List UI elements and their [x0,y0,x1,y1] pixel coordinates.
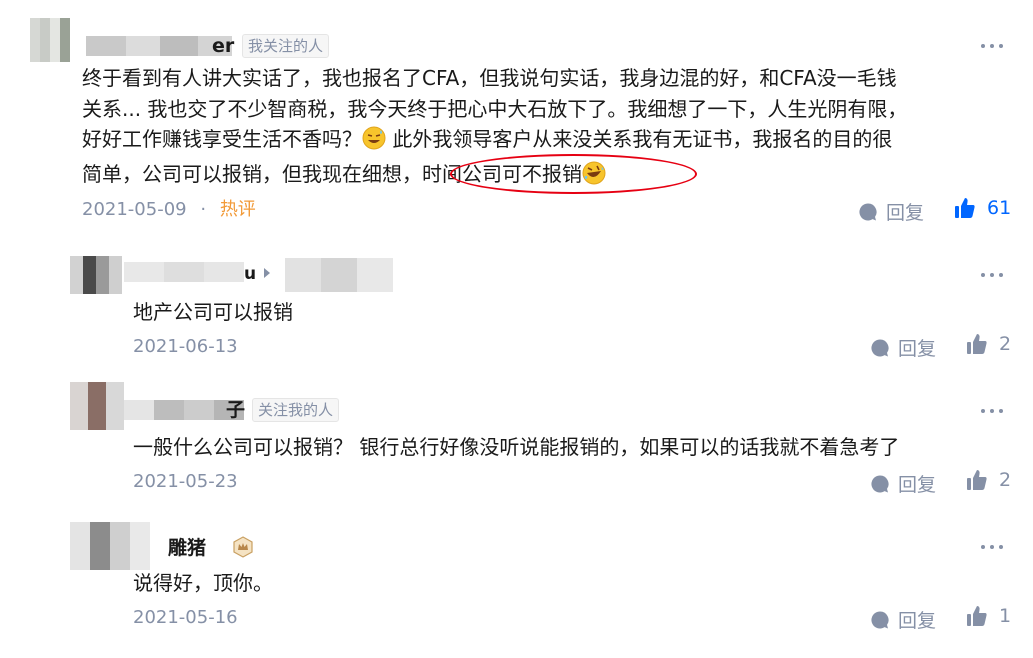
reply-target-blurred[interactable] [285,258,393,292]
author-name-blurred[interactable] [86,36,232,56]
like-button[interactable]: 61 [955,197,1011,219]
author-name[interactable]: er [212,34,234,58]
more-options-icon[interactable] [981,408,1003,414]
highlighted-text: 时间公司可不报销 [422,161,582,186]
thumbs-up-icon [967,470,987,490]
comment-text: 地产公司可以报销 [133,300,293,324]
thumbs-up-icon [967,606,987,626]
avatar[interactable] [70,382,124,430]
crown-badge-icon [232,536,254,562]
avatar[interactable] [30,18,70,62]
comment-text: 一般什么公司可以报销？ 银行总行好像没听说能报销的，如果可以的话我就不着急考了 [133,435,900,459]
avatar[interactable] [70,256,122,294]
reply-icon [871,338,889,356]
reply-button[interactable]: 回复 [870,470,936,497]
author-name[interactable]: 子 [226,398,245,422]
comment-date: 2021-05-09 [82,199,187,220]
author-name[interactable]: u [244,262,256,286]
like-button[interactable]: 1 [967,605,1011,627]
author-name-blurred[interactable] [124,262,244,282]
reply-arrow-icon [264,268,270,278]
reply-icon [871,610,889,628]
comment-date: 2021-05-16 [133,607,238,628]
reply-button[interactable]: 回复 [870,606,936,633]
author-name[interactable]: 雕猪 [168,536,206,560]
thumbs-up-icon [955,198,975,218]
comment-line: 终于看到有人讲大实话了，我也报名了CFA，但我说句实话，我身边混的好，和CFA没… [82,66,897,90]
reply-button[interactable]: 回复 [870,334,936,361]
reply-icon [871,474,889,492]
rofl-emoji-icon [582,161,606,194]
comment-line: 简单，公司可以报销，但我现在细想，时间公司可不报销 [82,159,1012,194]
reply-icon [859,202,877,220]
more-options-icon[interactable] [981,43,1003,49]
hot-badge: 热评 [219,199,256,220]
comment-text: 说得好，顶你。 [133,571,273,595]
follow-tag: 关注我的人 [252,398,340,422]
follow-tag: 我关注的人 [242,34,330,58]
comment-line: 关系... 我也交了不少智商税，我今天终于把心中大石放下了。我细想了一下，人生光… [82,96,908,121]
more-options-icon[interactable] [981,544,1003,550]
thumbs-up-icon [967,334,987,354]
reply-button[interactable]: 回复 [858,198,924,225]
comment-date: 2021-06-13 [133,336,238,357]
like-button[interactable]: 2 [967,333,1011,355]
avatar[interactable] [70,522,150,570]
more-options-icon[interactable] [981,272,1003,278]
comment-text: 终于看到有人讲大实话了，我也报名了CFA，但我说句实话，我身边混的好，和CFA没… [82,63,1012,193]
sweat-laugh-emoji-icon [362,126,386,159]
like-button[interactable]: 2 [967,469,1011,491]
comment-date: 2021-05-23 [133,471,238,492]
comment-line: 好好工作赚钱享受生活不香吗？ 此外我领导客户从来没关系我有无证书，我报名的目的很 [82,124,1012,159]
comment-meta: 2021-05-09 · 热评 [82,199,256,220]
